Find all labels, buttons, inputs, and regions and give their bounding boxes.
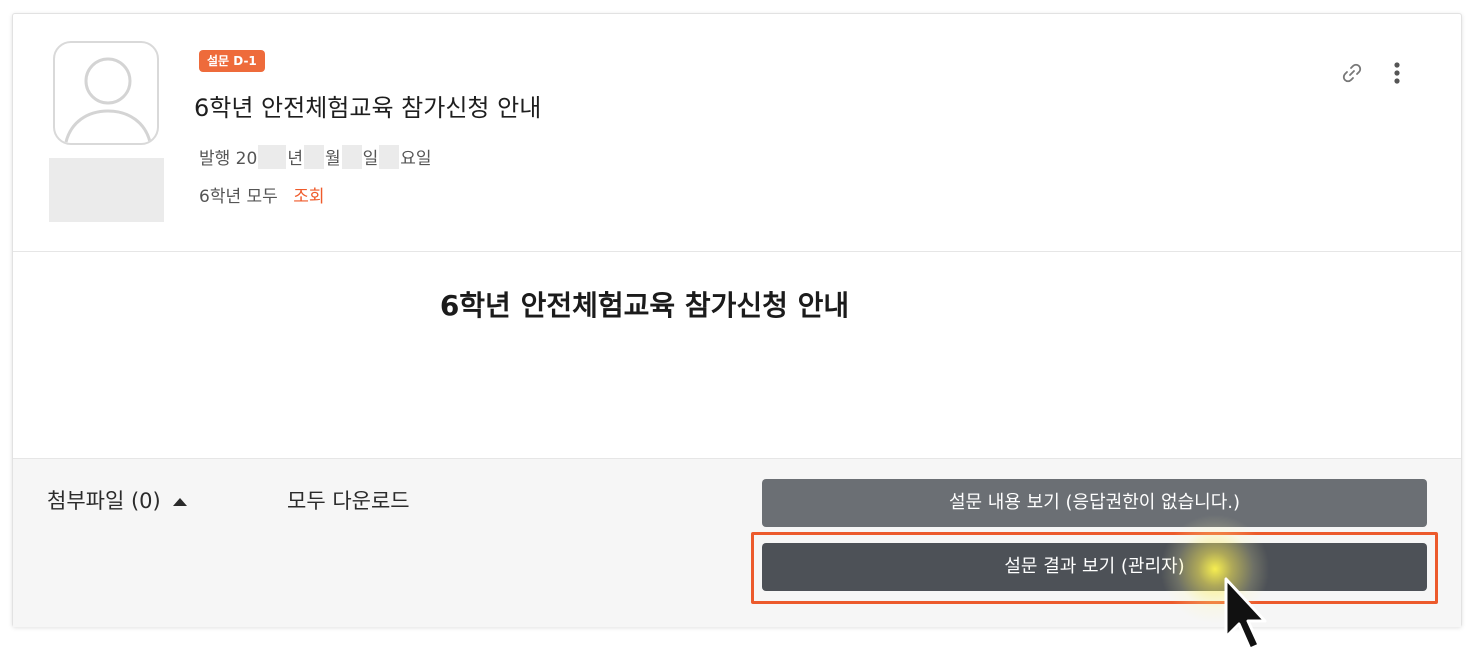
avatar [53,41,159,145]
day-suffix: 일 [362,149,379,169]
weekday-suffix: 요일 [400,149,432,169]
attachments-toggle[interactable]: 첨부파일 (0) [47,485,187,515]
post-header: 설문 D-1 6학년 안전체험교육 참가신청 안내 발행 20 년 월 일 요일… [13,14,1461,252]
post-card: 설문 D-1 6학년 안전체험교육 참가신청 안내 발행 20 년 월 일 요일… [12,13,1462,627]
year-suffix: 년 [287,149,303,169]
audience-label: 6학년 모두 [199,187,278,207]
view-survey-button[interactable]: 설문 내용 보기 (응답권한이 없습니다.) [762,479,1427,527]
post-body-heading: 6학년 안전체험교육 참가신청 안내 [439,289,850,322]
redacted-year [258,144,287,169]
redacted-month [303,144,324,169]
download-all-button[interactable]: 모두 다운로드 [287,485,410,515]
month-suffix: 월 [324,149,341,169]
link-icon[interactable] [1340,61,1364,85]
redacted-weekday [379,144,400,169]
attachments-label: 첨부파일 (0) [47,489,161,513]
user-avatar-icon [64,57,152,143]
post-title: 6학년 안전체험교육 참가신청 안내 [194,94,542,122]
caret-up-icon [172,498,187,506]
more-vertical-icon[interactable] [1387,59,1407,87]
post-footer: 첨부파일 (0) 모두 다운로드 설문 내용 보기 (응답권한이 없습니다.) … [13,458,1461,627]
publish-prefix: 발행 20 [199,149,258,169]
view-results-button[interactable]: 설문 결과 보기 (관리자) [762,543,1427,591]
survey-deadline-badge: 설문 D-1 [199,50,265,72]
audience-line: 6학년 모두 조회 [199,182,324,207]
publish-date: 발행 20 년 월 일 요일 [199,144,432,169]
author-image-placeholder [49,158,164,222]
views-link[interactable]: 조회 [293,187,324,207]
redacted-day [341,144,362,169]
